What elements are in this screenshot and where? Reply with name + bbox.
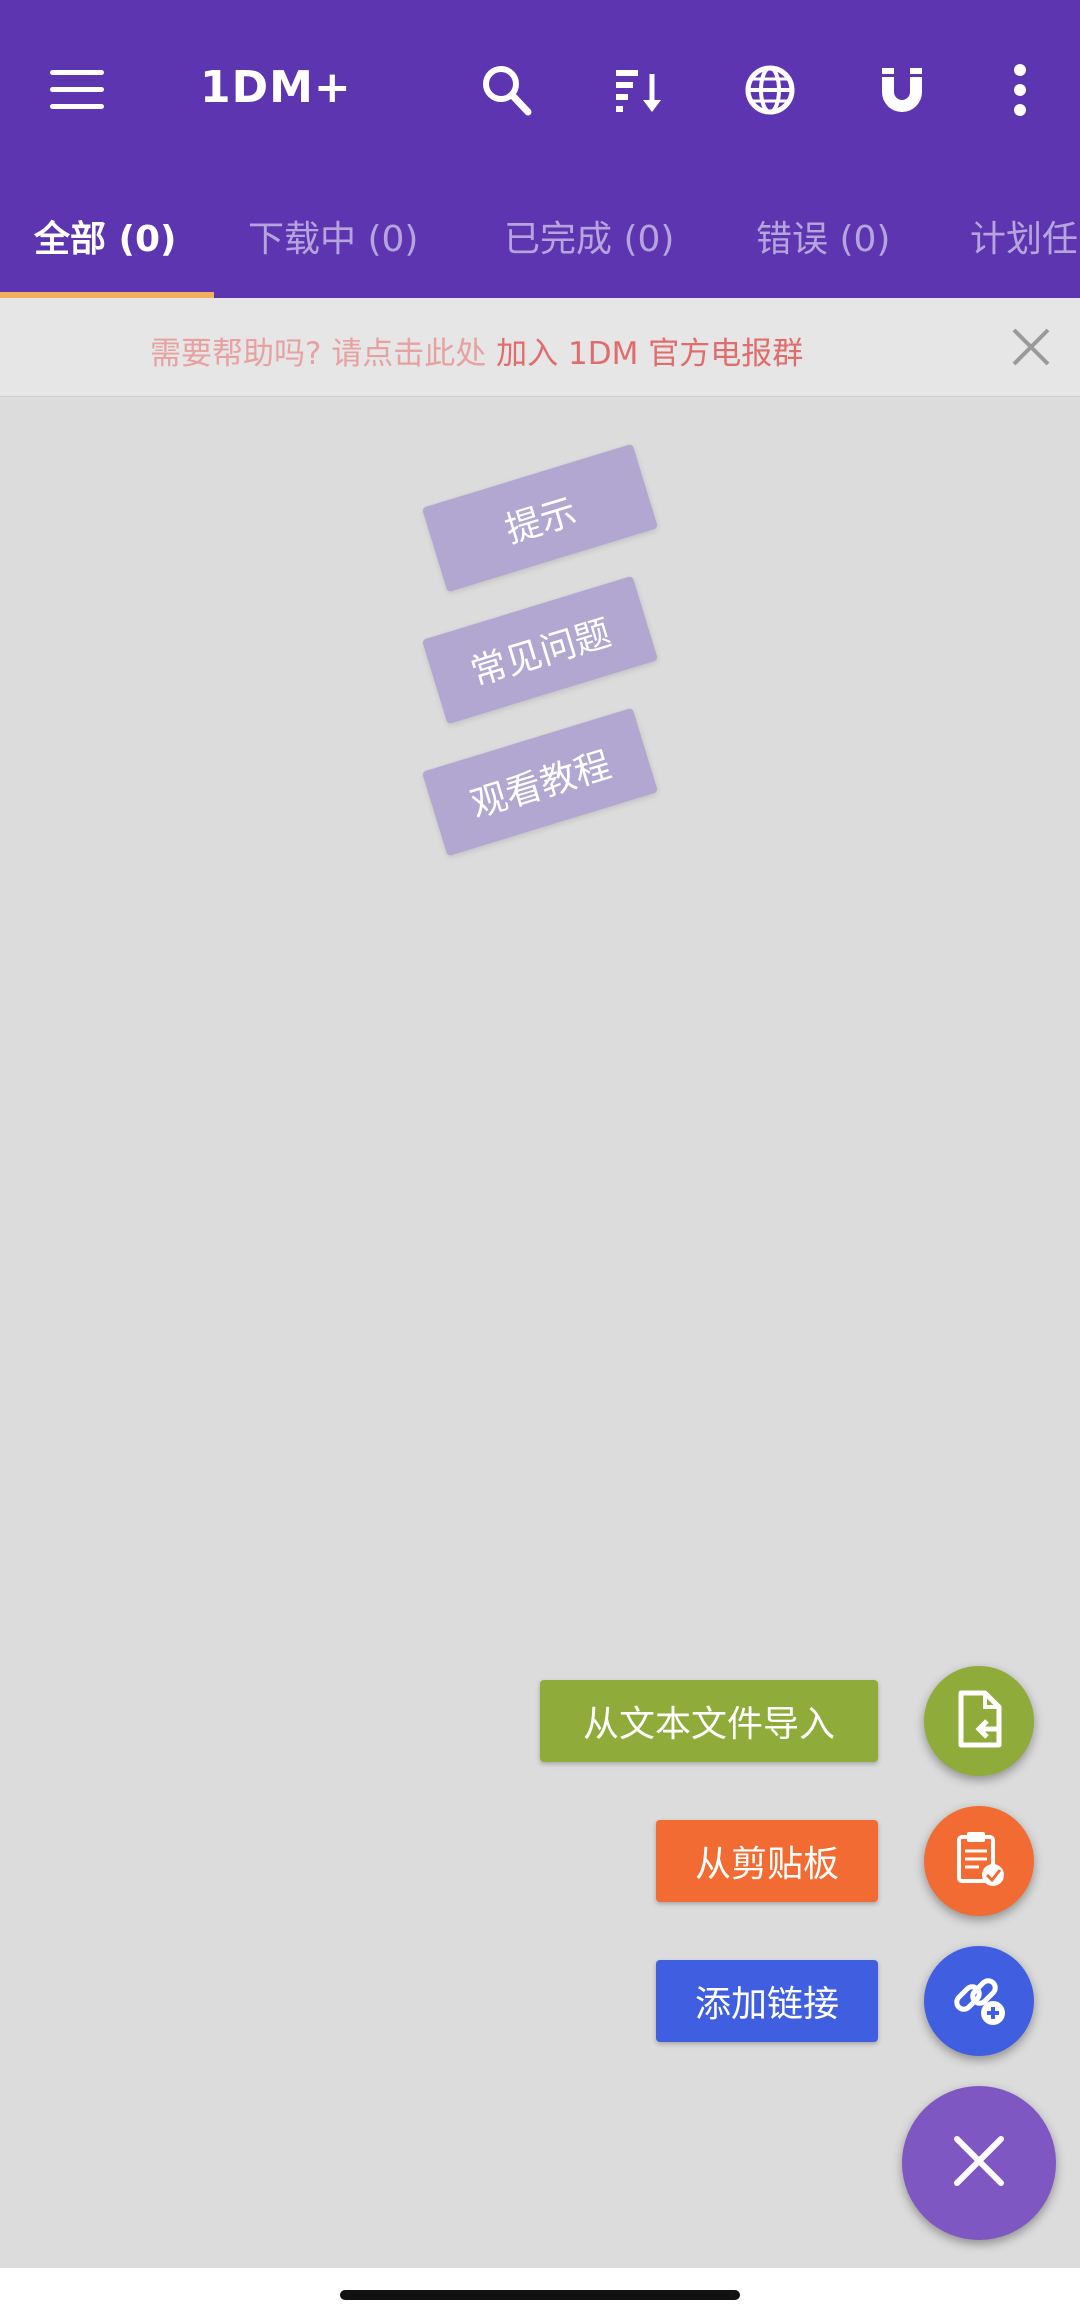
help-banner-link[interactable]: 加入 1DM 官方电报群: [496, 336, 803, 372]
main-fab-close-button[interactable]: [902, 2086, 1056, 2240]
system-nav-bar: [0, 2268, 1080, 2318]
help-banner-text[interactable]: 需要帮助吗? 请点击此处 加入 1DM 官方电报群: [150, 328, 803, 373]
help-banner: 需要帮助吗? 请点击此处 加入 1DM 官方电报群: [0, 298, 1080, 397]
close-icon: [949, 2131, 1009, 2195]
search-icon[interactable]: [476, 60, 536, 120]
app-bar: 1DM+: [0, 0, 1080, 178]
from-clipboard-label[interactable]: 从剪贴板: [656, 1820, 878, 1902]
add-link-icon: [947, 1967, 1011, 2035]
sort-icon[interactable]: [608, 60, 668, 120]
browser-icon[interactable]: [740, 60, 800, 120]
import-file-button[interactable]: [924, 1666, 1034, 1776]
help-banner-prefix: 需要帮助吗? 请点击此处: [150, 336, 497, 372]
magnet-icon[interactable]: [872, 60, 932, 120]
home-indicator[interactable]: [340, 2290, 740, 2300]
clipboard-icon: [947, 1827, 1011, 1895]
import-from-text-file-label[interactable]: 从文本文件导入: [540, 1680, 878, 1762]
menu-icon[interactable]: [50, 70, 104, 110]
tutorial-button[interactable]: 观看教程: [421, 707, 659, 857]
faq-button[interactable]: 常见问题: [421, 575, 659, 725]
tab-completed[interactable]: 已完成 (0): [504, 210, 674, 262]
app-title: 1DM+: [200, 62, 352, 113]
more-icon[interactable]: [990, 60, 1050, 120]
import-file-icon: [947, 1687, 1011, 1755]
tab-all[interactable]: 全部 (0): [34, 210, 177, 262]
close-icon[interactable]: [1006, 322, 1056, 376]
tab-downloading[interactable]: 下载中 (0): [248, 210, 418, 262]
tab-scheduled[interactable]: 计划任: [970, 210, 1078, 262]
tab-bar: 全部 (0) 下载中 (0) 已完成 (0) 错误 (0) 计划任: [0, 178, 1080, 298]
clipboard-button[interactable]: [924, 1806, 1034, 1916]
tips-button[interactable]: 提示: [421, 443, 659, 593]
tab-error[interactable]: 错误 (0): [756, 210, 890, 262]
add-link-label[interactable]: 添加链接: [656, 1960, 878, 2042]
add-link-button[interactable]: [924, 1946, 1034, 2056]
